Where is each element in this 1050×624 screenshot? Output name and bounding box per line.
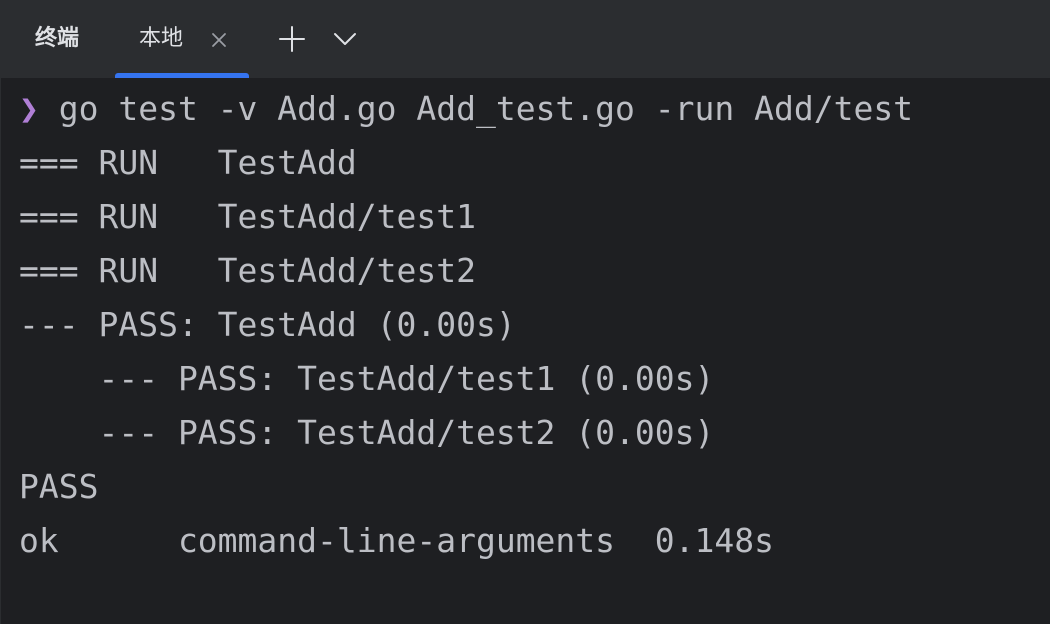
- output-line: --- PASS: TestAdd/test2 (0.00s): [19, 413, 715, 452]
- output-line: PASS: [19, 467, 99, 506]
- tab-local[interactable]: 本地: [115, 0, 249, 78]
- output-line: --- PASS: TestAdd/test1 (0.00s): [19, 359, 715, 398]
- command-line: ❯ go test -v Add.go Add_test.go -run Add…: [19, 82, 913, 136]
- tab-bar: 终端 本地: [1, 0, 1050, 78]
- output-line: ok command-line-arguments 0.148s: [19, 521, 774, 560]
- tab-label: 本地: [139, 26, 184, 51]
- plus-icon[interactable]: [277, 24, 307, 54]
- output-line: === RUN TestAdd: [19, 143, 357, 182]
- output-line: === RUN TestAdd/test2: [19, 251, 476, 290]
- chevron-down-icon[interactable]: [331, 26, 359, 52]
- output-line: --- PASS: TestAdd (0.00s): [19, 305, 516, 344]
- chevron-right-icon: ❯: [19, 89, 39, 128]
- terminal-output[interactable]: ❯ go test -v Add.go Add_test.go -run Add…: [1, 82, 1050, 624]
- command-text: go test -v Add.go Add_test.go -run Add/t…: [38, 89, 914, 128]
- output-line: === RUN TestAdd/test1: [19, 197, 476, 236]
- terminal-window: 终端 本地 ❯ go test -v Add.go Add_test.go -r…: [0, 0, 1050, 624]
- close-icon[interactable]: [209, 30, 229, 50]
- tool-window-title: 终端: [35, 26, 80, 51]
- active-tab-indicator: [115, 73, 249, 78]
